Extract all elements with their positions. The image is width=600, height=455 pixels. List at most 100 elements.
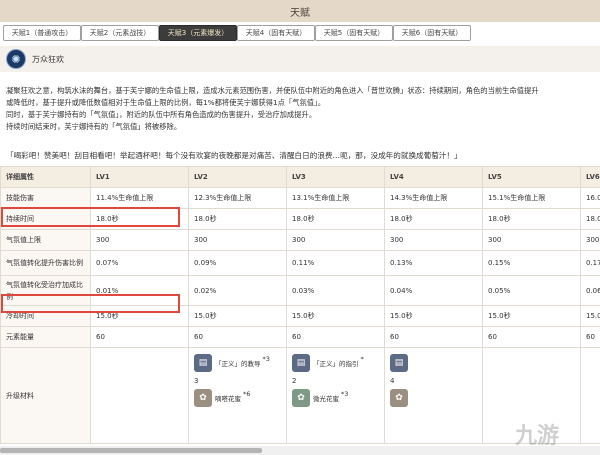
watermark-logo: 九游 — [515, 418, 597, 450]
attribute-table: 详细属性 LV1 LV2 LV3 LV4 LV5 LV6 技能伤害 11.4%生… — [0, 166, 600, 444]
material-qty: 3 — [194, 377, 199, 385]
cell-value: 300 — [188, 229, 287, 251]
cell-value: 15.0秒 — [482, 305, 581, 327]
material-count: *3 — [262, 355, 270, 363]
row-label: 冷却时间 — [0, 305, 91, 327]
cell-value: 18.0秒 — [580, 208, 600, 230]
title-text: 天赋 — [290, 7, 310, 19]
cell-value: 60 — [482, 326, 581, 348]
row-label: 元素能量 — [0, 326, 91, 348]
tab-talent-6[interactable]: 天赋6（固有天赋） — [393, 25, 471, 41]
row-label: 气氛值转化受治疗加成比例 — [0, 275, 91, 306]
cell-value: 0.07% — [90, 250, 189, 276]
book-icon: ▤ — [390, 354, 408, 372]
cell-value: 15.0秒 — [384, 305, 483, 327]
cell-value: 60 — [384, 326, 483, 348]
material-name: 「正义」的指引 — [313, 360, 359, 368]
book-icon: ▤ — [292, 354, 310, 372]
cell-value: 18.0秒 — [90, 208, 189, 230]
cell-value: 300 — [384, 229, 483, 251]
skill-header: ✺ 万众狂欢 — [0, 46, 600, 72]
material-qty: 4 — [390, 377, 395, 385]
tab-talent-4[interactable]: 天赋4（固有天赋） — [237, 25, 315, 41]
tab-talent-3[interactable]: 天赋3（元素爆发） — [159, 25, 237, 41]
table-row: 气氛值上限 300 300 300 300 300 300 — [0, 229, 600, 251]
material-count: *6 — [243, 390, 251, 398]
row-label: 气氛值上限 — [0, 229, 91, 251]
materials-lv3: ▤ 「正义」的指引 * 2 ✿ 微光花蜜 *3 — [286, 347, 385, 444]
cell-value: 16.0% — [580, 187, 600, 209]
skill-description: 凝聚狂欢之意，构筑水沫的舞台，基于芙宁娜的生命值上限，造成水元素范围伤害，并使队… — [6, 85, 592, 133]
row-label: 升级材料 — [0, 347, 91, 444]
header-lv1: LV1 — [90, 166, 189, 188]
row-label: 技能伤害 — [0, 187, 91, 209]
flower-icon: ✿ — [292, 389, 310, 407]
description-line: 或降低时，基于提升或降低数值相对于生命值上限的比例，每1%都将使芙宁娜获得1点「… — [6, 98, 326, 107]
cell-value: 60 — [286, 326, 385, 348]
cell-value: 0.02% — [188, 275, 287, 306]
flower-icon: ✿ — [390, 389, 408, 407]
row-label: 气氛值转化提升伤害比例 — [0, 250, 91, 276]
cell-value: 15.1%生命值上限 — [482, 187, 581, 209]
cell-value: 15.0秒 — [286, 305, 385, 327]
row-label: 持续时间 — [0, 208, 91, 230]
cell-value: 18.0秒 — [188, 208, 287, 230]
page-title: 天赋 — [0, 0, 600, 22]
description-line: 同时，基于芙宁娜持有的「气氛值」，附近的队伍中所有角色造成的伤害提升，受治疗加成… — [6, 110, 317, 119]
tab-talent-1[interactable]: 天赋1（普通攻击） — [3, 25, 81, 41]
material-name: 嘀嗒花蜜 — [215, 395, 241, 403]
material-item[interactable]: ✿ — [390, 389, 477, 413]
cell-value: 300 — [482, 229, 581, 251]
table-row: 升级材料 ▤ 「正义」的教导 *3 3 ✿ 嘀嗒花蜜 *6 ▤ 「正义」的指引 … — [0, 347, 600, 444]
cell-value: 0.17% — [580, 250, 600, 276]
tab-talent-5[interactable]: 天赋5（固有天赋） — [315, 25, 393, 41]
cell-value: 60 — [188, 326, 287, 348]
cell-value: 60 — [580, 326, 600, 348]
header-lv4: LV4 — [384, 166, 483, 188]
talent-tabs: 天赋1（普通攻击） 天赋2（元素战技） 天赋3（元素爆发） 天赋4（固有天赋） … — [0, 24, 600, 44]
table-row: 气氛值转化提升伤害比例 0.07% 0.09% 0.11% 0.13% 0.15… — [0, 250, 600, 276]
header-attr: 详细属性 — [0, 166, 91, 188]
book-icon: ▤ — [194, 354, 212, 372]
cell-value: 0.15% — [482, 250, 581, 276]
material-item[interactable]: ▤ 「正义」的指引 * — [292, 354, 379, 378]
cell-value: 300 — [90, 229, 189, 251]
cell-value: 14.3%生命值上限 — [384, 187, 483, 209]
cell-value: 0.11% — [286, 250, 385, 276]
cell-value: 18.0秒 — [384, 208, 483, 230]
table-row: 元素能量 60 60 60 60 60 60 — [0, 326, 600, 348]
cell-value: 0.05% — [482, 275, 581, 306]
header-lv5: LV5 — [482, 166, 581, 188]
flower-icon: ✿ — [194, 389, 212, 407]
material-item[interactable]: ✿ 微光花蜜 *3 — [292, 389, 379, 413]
cell-value: 0.06% — [580, 275, 600, 306]
cell-value: 0.03% — [286, 275, 385, 306]
scrollbar-thumb[interactable] — [0, 448, 262, 453]
cell-value: 15.0秒 — [580, 305, 600, 327]
table-row: 技能伤害 11.4%生命值上限 12.3%生命值上限 13.1%生命值上限 14… — [0, 187, 600, 209]
material-item[interactable]: ▤ — [390, 354, 477, 378]
skill-burst-icon: ✺ — [6, 49, 26, 69]
cell-value: 11.4%生命值上限 — [90, 187, 189, 209]
cell-value: 0.04% — [384, 275, 483, 306]
skill-name: 万众狂欢 — [32, 54, 64, 64]
material-name: 「正义」的教导 — [215, 360, 261, 368]
table-row: 持续时间 18.0秒 18.0秒 18.0秒 18.0秒 18.0秒 18.0秒 — [0, 208, 600, 230]
table-row: 冷却时间 15.0秒 15.0秒 15.0秒 15.0秒 15.0秒 15.0秒 — [0, 305, 600, 327]
cell-value: 12.3%生命值上限 — [188, 187, 287, 209]
skill-quote: 「喝彩吧！赞美吧！刮目相看吧！举起酒杯吧！每个没有欢宴的夜晚都是对痛苦、清醒白日… — [6, 151, 462, 160]
description-line: 持续时间结束时，芙宁娜持有的「气氛值」将被移除。 — [6, 122, 182, 131]
materials-lv4: ▤ 4 ✿ — [384, 347, 483, 444]
cell-value — [90, 347, 189, 444]
tab-talent-2[interactable]: 天赋2（元素战技） — [81, 25, 159, 41]
material-item[interactable]: ▤ 「正义」的教导 *3 — [194, 354, 281, 378]
material-item[interactable]: ✿ 嘀嗒花蜜 *6 — [194, 389, 281, 413]
cell-value: 15.0秒 — [188, 305, 287, 327]
attribute-table-container[interactable]: 详细属性 LV1 LV2 LV3 LV4 LV5 LV6 技能伤害 11.4%生… — [0, 166, 600, 444]
material-qty: 2 — [292, 377, 297, 385]
horizontal-scrollbar[interactable] — [0, 446, 600, 455]
table-row: 气氛值转化受治疗加成比例 0.01% 0.02% 0.03% 0.04% 0.0… — [0, 275, 600, 306]
cell-value: 0.01% — [90, 275, 189, 306]
header-lv6: LV6 — [580, 166, 600, 188]
material-count: *3 — [341, 390, 349, 398]
